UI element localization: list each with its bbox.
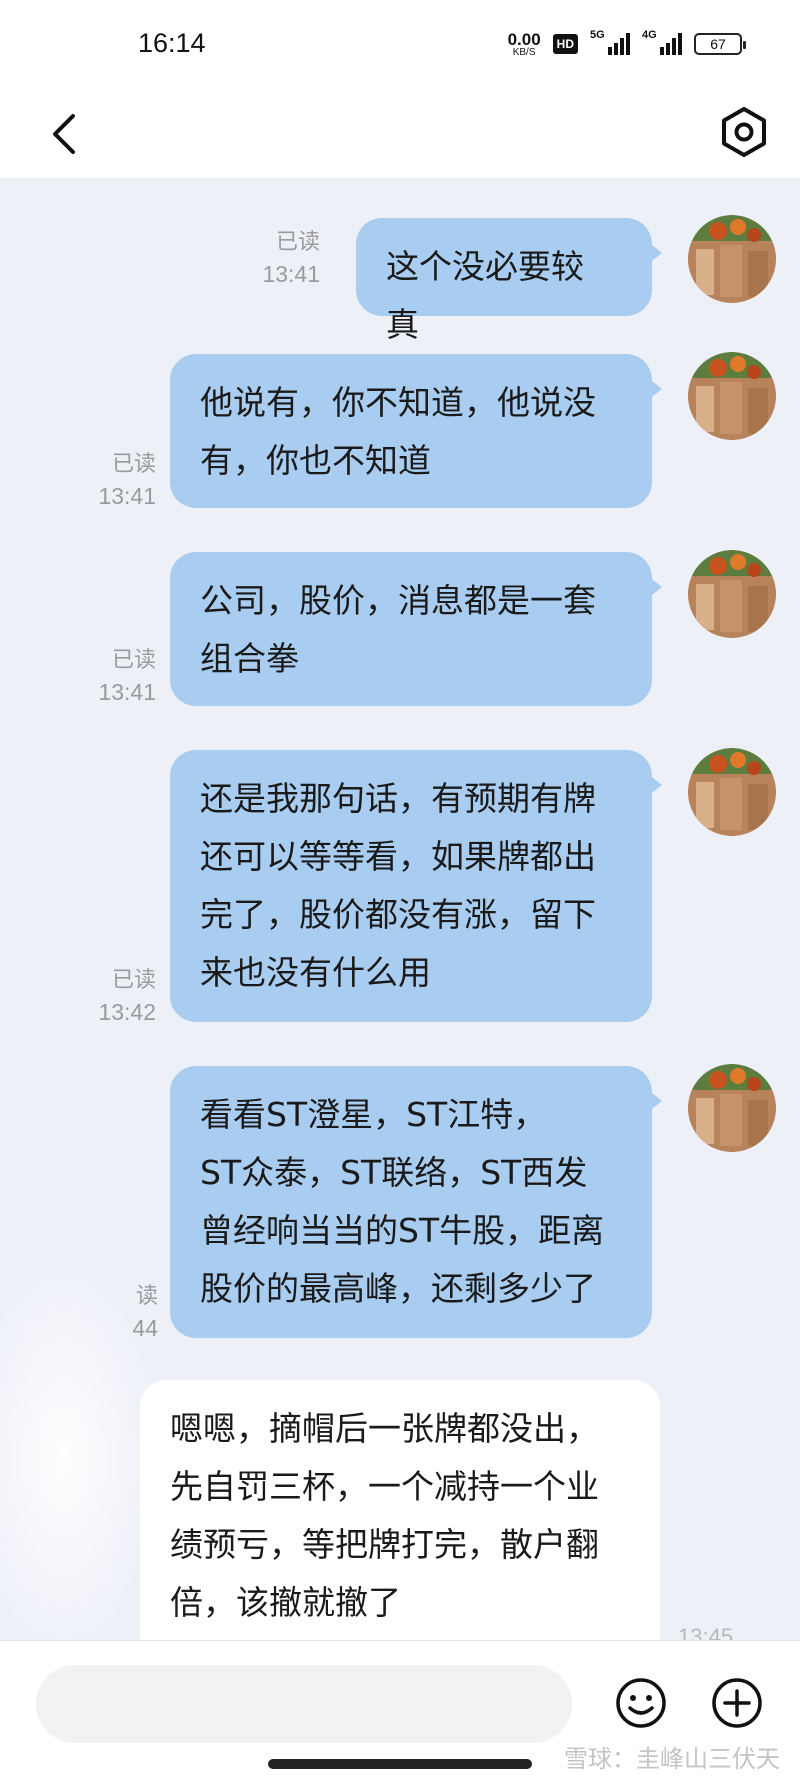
signal-4g-icon: 4G bbox=[642, 29, 682, 55]
nav-bar bbox=[0, 90, 800, 178]
message-time: 13:45 bbox=[678, 1624, 734, 1640]
message-text-line: 股价的最高峰，还剩多少了 bbox=[200, 1269, 596, 1308]
message-text-line: 绩预亏，等把牌打完，散户翻 bbox=[170, 1525, 599, 1564]
hd-badge: HD bbox=[552, 34, 578, 54]
read-status: 已读 13:41 bbox=[80, 644, 156, 708]
read-label: 已读 bbox=[111, 451, 156, 476]
chat-area: 已读 13:41 这个没必要较真 已读 13:41 他说有，你不知道，他说没 有… bbox=[0, 178, 800, 1640]
message-text-line: 这个没必要较真 bbox=[386, 247, 584, 344]
incoming-message-bubble[interactable]: 嗯嗯，摘帽后一张牌都没出， 先自罚三杯，一个减持一个业 绩预亏，等把牌打完，散户… bbox=[140, 1380, 660, 1640]
avatar[interactable] bbox=[688, 1064, 776, 1152]
read-label: 已读 bbox=[111, 647, 156, 672]
battery-level: 67 bbox=[710, 36, 726, 52]
message-text-line: 公司，股价，消息都是一套 bbox=[200, 581, 596, 620]
avatar-image bbox=[688, 748, 776, 836]
home-indicator[interactable] bbox=[268, 1759, 532, 1769]
message-time: 13:42 bbox=[98, 999, 156, 1025]
read-status: 已读 13:42 bbox=[80, 964, 156, 1028]
status-indicators: 0.00 KB/S HD 5G 4G 67 bbox=[508, 26, 746, 62]
message-bubble[interactable]: 看看ST澄星，ST江特， ST众泰，ST联络，ST西发 曾经响当当的ST牛股，距… bbox=[170, 1066, 662, 1338]
message-text-line: 先自罚三杯，一个减持一个业 bbox=[170, 1467, 599, 1506]
signal-5g-icon: 5G bbox=[590, 29, 630, 55]
message-text-line: 倍，该撤就撤了 bbox=[170, 1583, 401, 1622]
chevron-left-icon bbox=[53, 114, 75, 154]
message-bubble[interactable]: 公司，股价，消息都是一套 组合拳 bbox=[170, 552, 662, 706]
smiley-icon bbox=[616, 1678, 666, 1728]
message-input[interactable] bbox=[36, 1665, 572, 1743]
avatar-image bbox=[688, 550, 776, 638]
message-text-line: 组合拳 bbox=[200, 639, 299, 678]
message-bubble[interactable]: 他说有，你不知道，他说没 有，你也不知道 bbox=[170, 354, 662, 508]
signal-5g-label: 5G bbox=[590, 29, 605, 41]
message-text-line: 完了，股价都没有涨，留下 bbox=[200, 895, 596, 934]
watermark: 雪球：圭峰山三伏天 bbox=[564, 1739, 780, 1774]
photo-glare bbox=[0, 1258, 160, 1640]
message-text-line: 曾经响当当的ST牛股，距离 bbox=[200, 1211, 605, 1250]
avatar[interactable] bbox=[688, 352, 776, 440]
signal-4g-label: 4G bbox=[642, 29, 657, 41]
status-time: 16:14 bbox=[138, 28, 206, 58]
message-text-line: ST众泰，ST联络，ST西发 bbox=[200, 1153, 588, 1192]
message-text-line: 还是我那句话，有预期有牌 bbox=[200, 779, 596, 818]
settings-button[interactable] bbox=[714, 100, 774, 164]
avatar-image bbox=[688, 215, 776, 303]
message-text-line: 还可以等等看，如果牌都出 bbox=[200, 837, 596, 876]
message-text-line: 来也没有什么用 bbox=[200, 953, 431, 992]
read-label: 已读 bbox=[275, 229, 320, 254]
message-time: 13:41 bbox=[262, 261, 320, 287]
message-bubble[interactable]: 这个没必要较真 bbox=[356, 218, 662, 344]
battery-icon: 67 bbox=[694, 33, 746, 55]
avatar[interactable] bbox=[688, 215, 776, 303]
avatar[interactable] bbox=[688, 748, 776, 836]
status-bar: 16:14 0.00 KB/S HD 5G 4G 67 bbox=[0, 0, 800, 90]
add-button[interactable] bbox=[710, 1676, 764, 1730]
message-text-line: 有，你也不知道 bbox=[200, 441, 431, 480]
avatar[interactable] bbox=[688, 550, 776, 638]
message-time: 13:41 bbox=[98, 679, 156, 705]
net-speed-unit: KB/S bbox=[512, 46, 536, 58]
emoji-button[interactable] bbox=[614, 1676, 668, 1730]
avatar-image bbox=[688, 352, 776, 440]
net-speed: 0.00 KB/S bbox=[508, 31, 541, 58]
input-bar: 雪球：圭峰山三伏天 bbox=[0, 1640, 800, 1787]
watermark-text: 雪球：圭峰山三伏天 bbox=[564, 1745, 780, 1773]
read-label: 已读 bbox=[111, 967, 156, 992]
message-text-line: 看看ST澄星，ST江特， bbox=[200, 1095, 547, 1134]
message-text-line: 他说有，你不知道，他说没 bbox=[200, 383, 596, 422]
read-status: 已读 13:41 bbox=[80, 448, 156, 512]
message-bubble[interactable]: 还是我那句话，有预期有牌 还可以等等看，如果牌都出 完了，股价都没有涨，留下 来… bbox=[170, 750, 662, 1022]
message-time: 13:41 bbox=[98, 483, 156, 509]
back-button[interactable] bbox=[34, 104, 94, 164]
avatar-image bbox=[688, 1064, 776, 1152]
read-status: 已读 13:41 bbox=[240, 226, 320, 290]
message-text-line: 嗯嗯，摘帽后一张牌都没出， bbox=[170, 1409, 599, 1448]
net-speed-value: 0.00 bbox=[507, 29, 541, 49]
hexagon-gear-icon bbox=[722, 107, 766, 157]
plus-circle-icon bbox=[712, 1678, 762, 1728]
